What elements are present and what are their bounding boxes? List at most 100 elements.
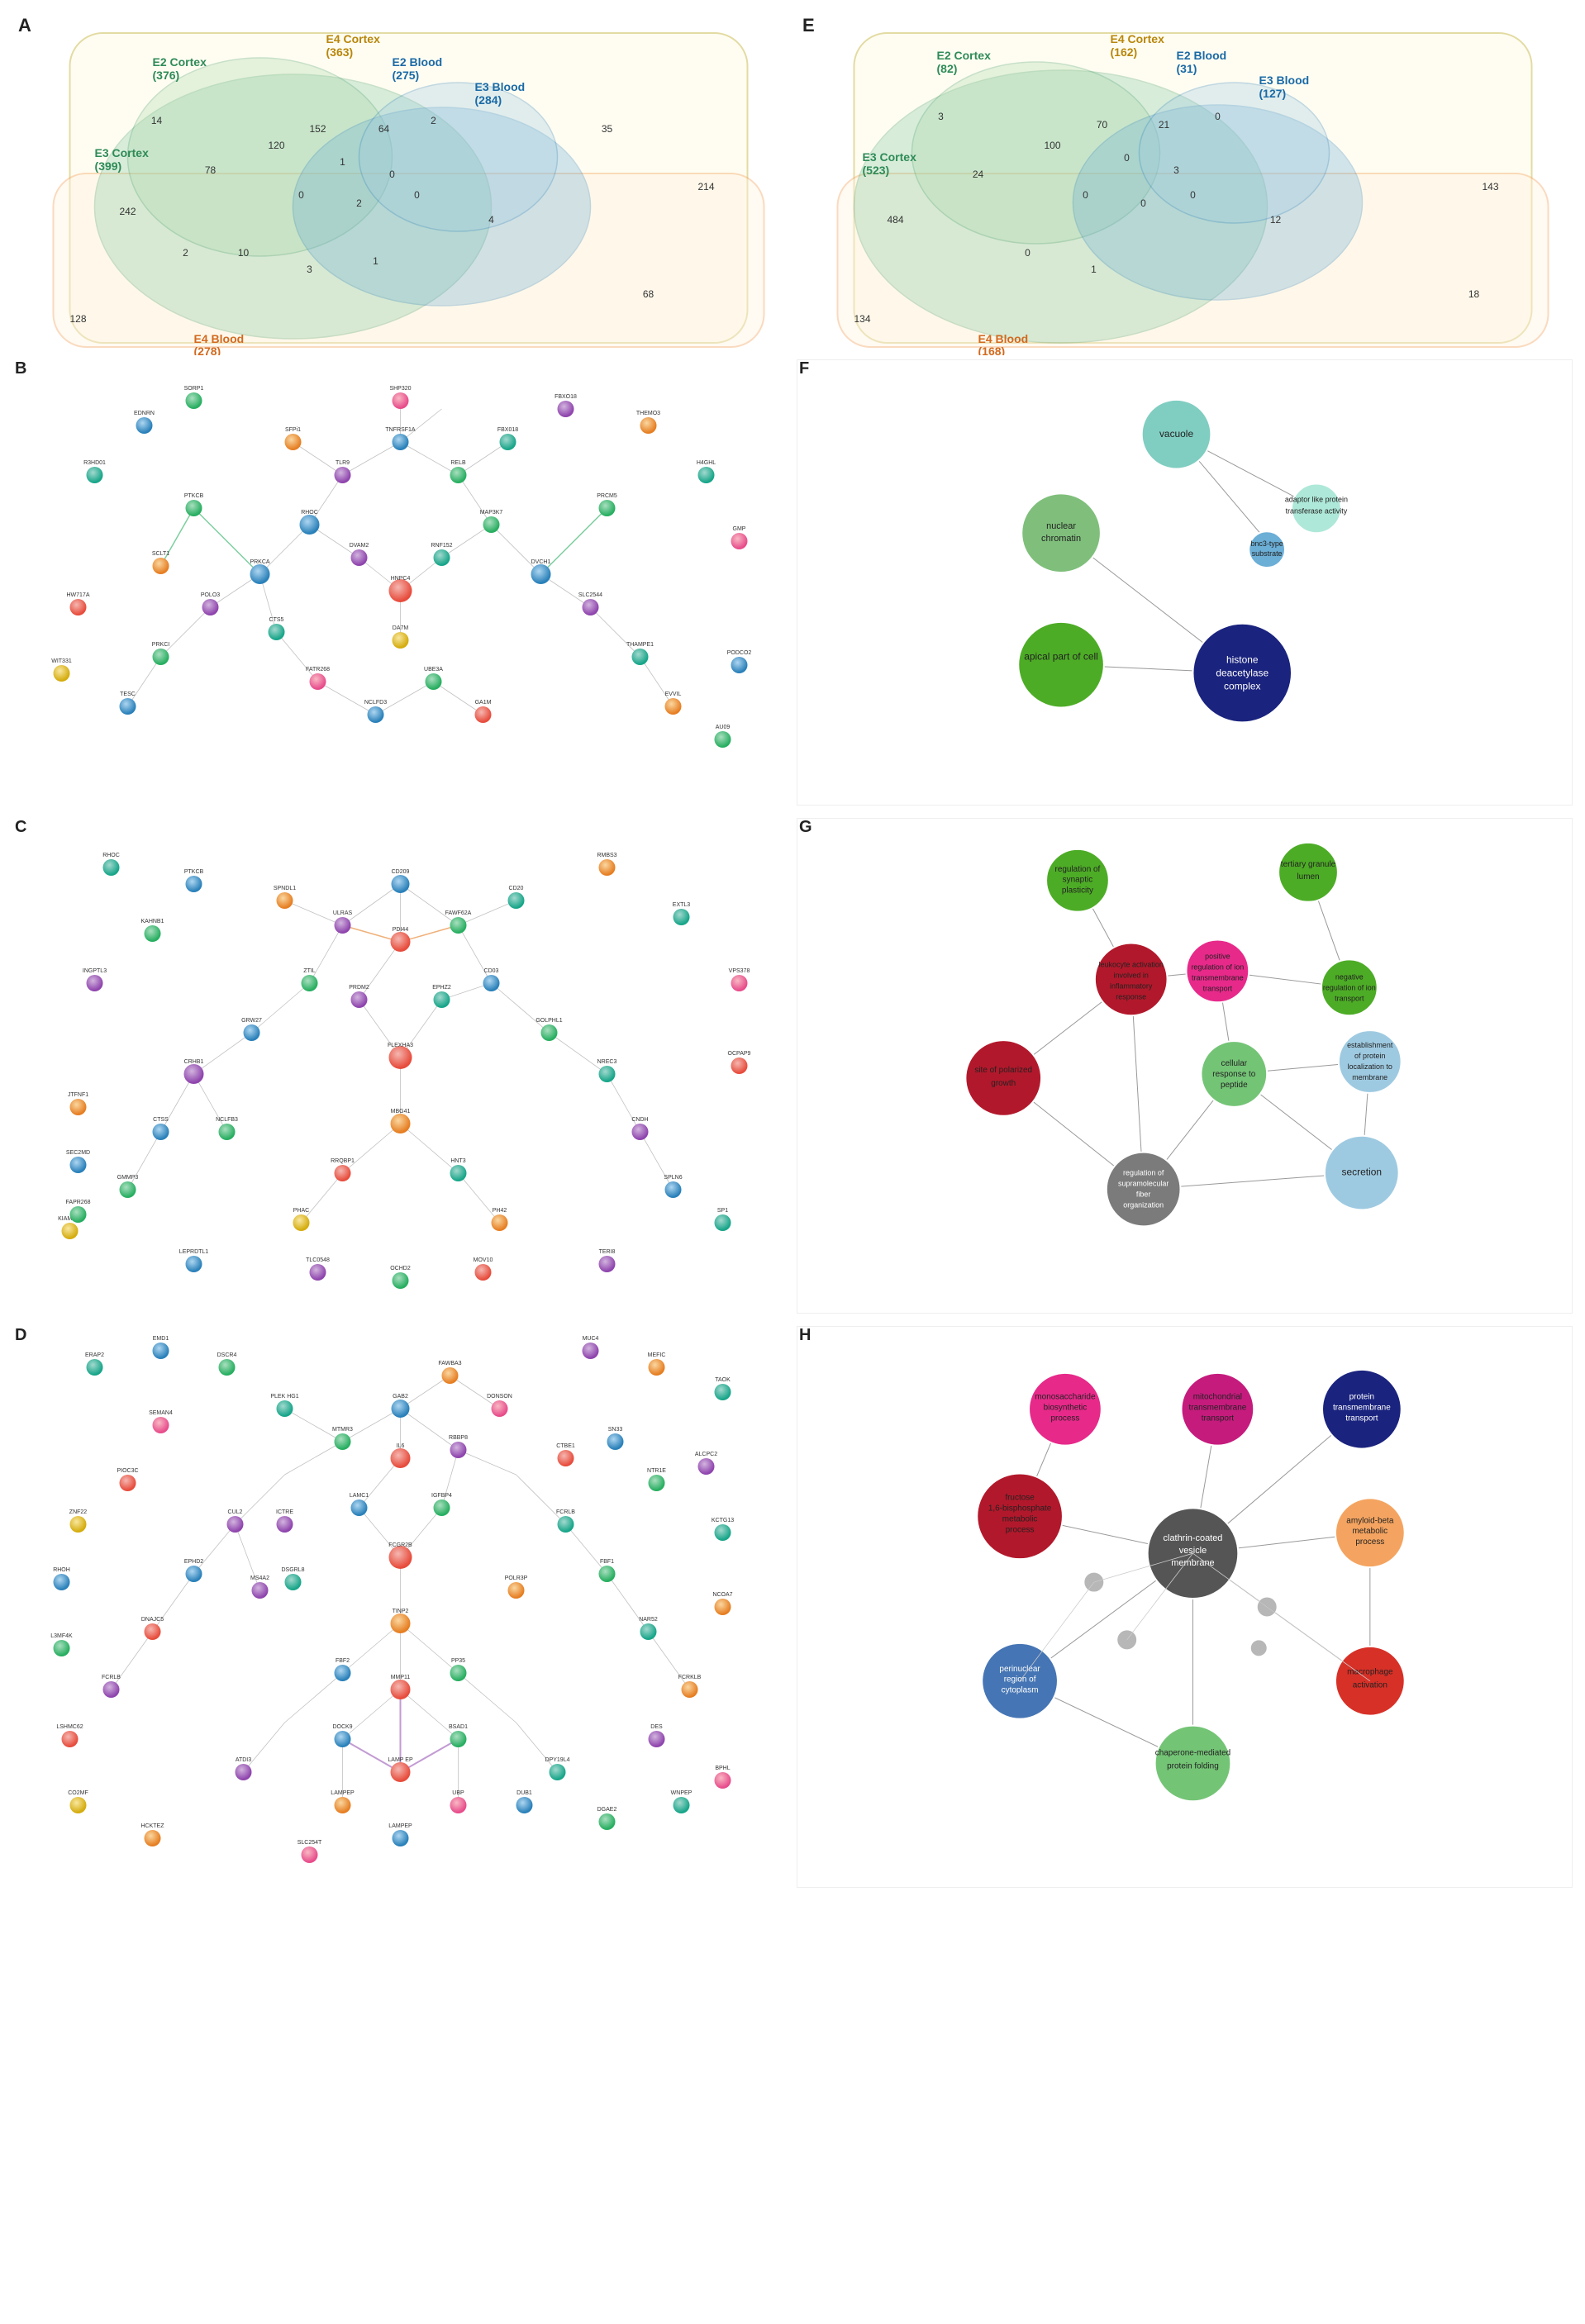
go-g-svg: regulation of synaptic plasticity tertia… [797, 818, 1573, 1314]
svg-text:ERAP2: ERAP2 [85, 1352, 104, 1358]
svg-text:LSHMC62: LSHMC62 [56, 1724, 83, 1730]
svg-text:LAMPEP: LAMPEP [388, 1823, 412, 1829]
svg-text:histone: histone [1226, 654, 1259, 666]
svg-text:perinuclear: perinuclear [999, 1665, 1040, 1674]
svg-text:HNT3: HNT3 [450, 1158, 465, 1164]
svg-text:TESC: TESC [120, 691, 136, 697]
svg-text:TAOK: TAOK [715, 1377, 731, 1383]
panel-g: G regulation of synaptic [792, 814, 1577, 1322]
svg-text:E4 Blood: E4 Blood [978, 332, 1029, 345]
svg-text:SP1: SP1 [717, 1208, 728, 1214]
panel-d: D [8, 1322, 792, 1896]
svg-text:3: 3 [307, 264, 312, 275]
svg-text:120: 120 [268, 140, 284, 151]
svg-text:FBX018: FBX018 [497, 427, 518, 433]
panel-d-label: D [15, 1326, 26, 1345]
svg-text:GA1M: GA1M [475, 700, 492, 706]
svg-text:secretion: secretion [1342, 1167, 1383, 1178]
svg-text:JTFNF1: JTFNF1 [68, 1092, 88, 1098]
svg-text:(363): (363) [326, 45, 354, 59]
svg-text:DA7M: DA7M [393, 625, 409, 631]
svg-text:134: 134 [854, 313, 870, 325]
svg-text:(168): (168) [978, 345, 1006, 355]
svg-text:THAMPE1: THAMPE1 [626, 642, 654, 648]
svg-text:1: 1 [373, 255, 378, 267]
svg-text:DUB1: DUB1 [516, 1790, 532, 1796]
svg-text:RHOH: RHOH [53, 1567, 70, 1573]
svg-text:RELB: RELB [450, 460, 466, 466]
svg-text:E3 Cortex: E3 Cortex [95, 146, 150, 159]
svg-text:lumen: lumen [1297, 872, 1319, 882]
svg-text:NTR1E: NTR1E [647, 1468, 666, 1474]
svg-text:RBBP8: RBBP8 [449, 1435, 468, 1441]
svg-text:78: 78 [205, 164, 217, 176]
svg-text:HNPC4: HNPC4 [391, 576, 411, 582]
svg-text:localization to: localization to [1348, 1062, 1392, 1071]
svg-text:(82): (82) [937, 62, 958, 75]
svg-text:deacetylase: deacetylase [1216, 668, 1268, 679]
panel-f-label: F [799, 359, 809, 378]
svg-text:E3 Blood: E3 Blood [1259, 74, 1310, 87]
svg-text:amyloid-beta: amyloid-beta [1346, 1516, 1394, 1525]
svg-text:BPHL: BPHL [715, 1766, 730, 1771]
svg-text:0: 0 [1215, 111, 1221, 122]
svg-text:cytoplasm: cytoplasm [1002, 1686, 1039, 1695]
svg-text:0: 0 [1190, 189, 1196, 201]
svg-text:FBXO18: FBXO18 [555, 394, 577, 400]
svg-text:14: 14 [151, 115, 163, 126]
svg-text:CD03: CD03 [484, 968, 499, 974]
svg-text:supramolecular: supramolecular [1118, 1180, 1169, 1188]
svg-text:(162): (162) [1111, 45, 1138, 59]
svg-text:FCRKLB: FCRKLB [678, 1675, 702, 1680]
svg-text:monosaccharide: monosaccharide [1035, 1393, 1096, 1402]
svg-text:plasticity: plasticity [1062, 886, 1093, 896]
svg-text:H4GHL: H4GHL [697, 460, 716, 466]
svg-text:transmembrane: transmembrane [1333, 1404, 1391, 1413]
svg-text:128: 128 [69, 313, 86, 325]
svg-text:EPHZ2: EPHZ2 [432, 985, 451, 991]
svg-text:MUC4: MUC4 [583, 1336, 599, 1342]
svg-text:FAPR268: FAPR268 [66, 1200, 91, 1205]
svg-text:(275): (275) [393, 69, 420, 82]
svg-text:HCKTEZ: HCKTEZ [141, 1823, 165, 1829]
svg-text:DNAJC5: DNAJC5 [141, 1617, 164, 1623]
svg-text:transport: transport [1202, 1414, 1235, 1423]
svg-text:NCLFB3: NCLFB3 [216, 1117, 238, 1123]
svg-text:PDI44: PDI44 [393, 927, 409, 933]
main-grid: A E2 Cortex (376) E3 Cortex (399) [0, 0, 1585, 1904]
svg-text:SPNDL1: SPNDL1 [274, 886, 296, 891]
svg-text:FBF2: FBF2 [336, 1658, 350, 1664]
svg-text:nuclear: nuclear [1046, 521, 1076, 531]
svg-text:242: 242 [119, 206, 136, 217]
svg-text:WNPEP: WNPEP [671, 1790, 693, 1796]
svg-text:response to: response to [1212, 1070, 1255, 1079]
svg-text:DVAM2: DVAM2 [350, 543, 369, 549]
svg-text:FCGR2B: FCGR2B [388, 1542, 412, 1548]
svg-text:TLR9: TLR9 [336, 460, 350, 466]
svg-text:(278): (278) [194, 345, 221, 355]
svg-text:EMD1: EMD1 [153, 1336, 169, 1342]
svg-text:NAR52: NAR52 [639, 1617, 658, 1623]
svg-text:E2 Blood: E2 Blood [1177, 49, 1227, 62]
svg-text:SCLT1: SCLT1 [152, 551, 169, 557]
venn-e: E2 Cortex (82) E3 Cortex (523) E2 Blood … [801, 25, 1568, 355]
svg-text:BSAD1: BSAD1 [449, 1724, 468, 1730]
svg-text:100: 100 [1044, 140, 1060, 151]
svg-text:WIT331: WIT331 [51, 658, 72, 664]
svg-text:transferase activity: transferase activity [1286, 506, 1348, 515]
svg-text:1,6-bisphosphate: 1,6-bisphosphate [988, 1504, 1052, 1513]
panel-h-label: H [799, 1326, 811, 1345]
svg-text:CTSS: CTSS [153, 1117, 169, 1123]
svg-text:DSCR4: DSCR4 [217, 1352, 237, 1358]
svg-text:establishment: establishment [1347, 1041, 1393, 1049]
svg-text:0: 0 [414, 189, 420, 201]
svg-text:DONSON: DONSON [487, 1394, 512, 1400]
svg-text:12: 12 [1270, 214, 1282, 226]
svg-text:ZTIL: ZTIL [303, 968, 315, 974]
svg-text:regulation of: regulation of [1055, 865, 1101, 874]
svg-text:E4 Blood: E4 Blood [194, 332, 245, 345]
svg-text:PRKCA: PRKCA [250, 559, 269, 565]
svg-text:chaperone-mediated: chaperone-mediated [1155, 1748, 1230, 1757]
svg-text:adaptor like protein: adaptor like protein [1285, 495, 1348, 503]
svg-text:POLO3: POLO3 [201, 592, 220, 598]
